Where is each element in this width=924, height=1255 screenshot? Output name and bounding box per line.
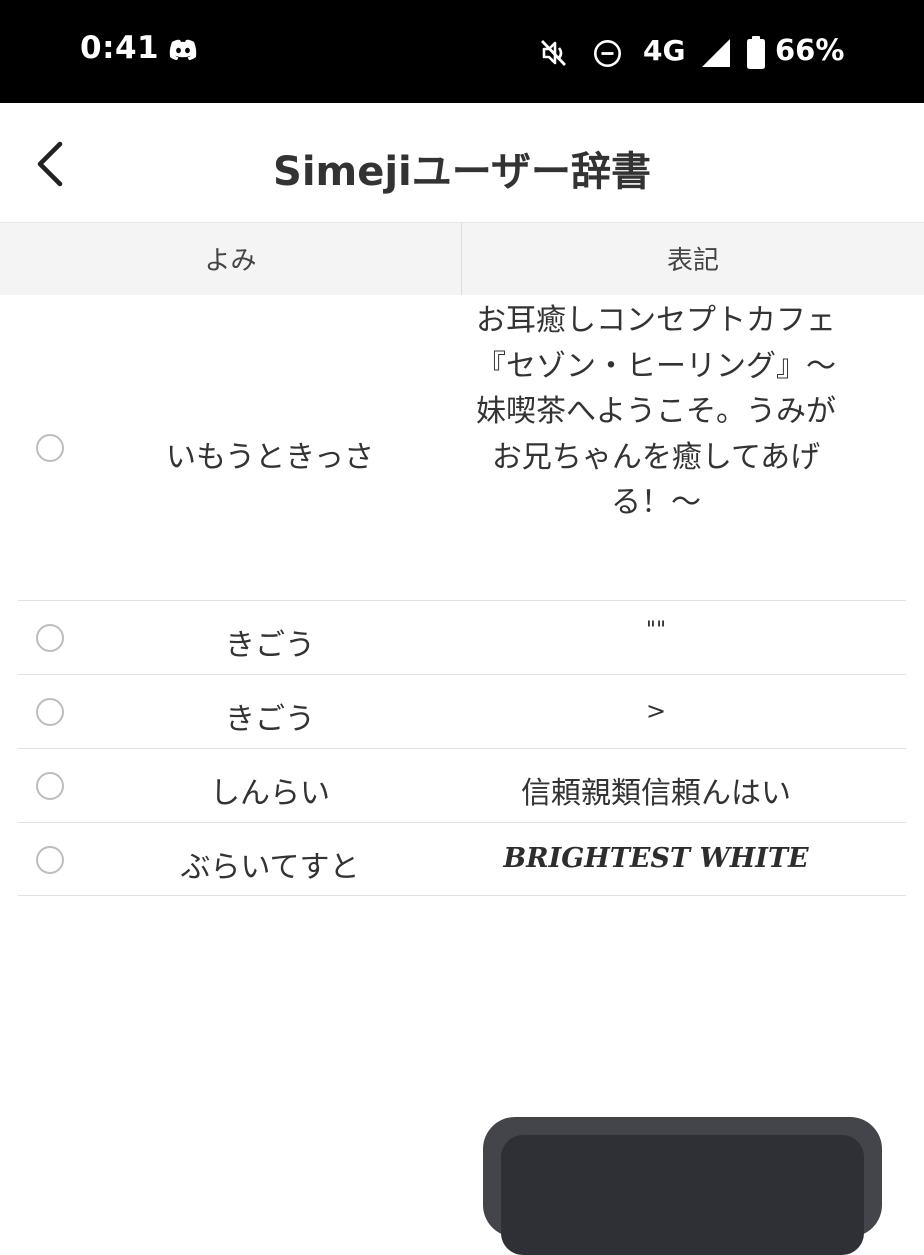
row-radio-button[interactable] <box>36 772 64 800</box>
status-bar: 0:41 4G 66% <box>0 0 924 103</box>
row-hyouki: "" <box>645 618 667 643</box>
row-hyouki: 信頼親類信頼んはい <box>521 776 791 811</box>
floating-keyboard-panel[interactable] <box>483 1117 882 1255</box>
row-divider <box>18 674 906 675</box>
hyouki-line: る！〜 <box>611 485 701 520</box>
page-title: Simejiユーザー辞書 <box>273 149 651 195</box>
row-hyouki: お耳癒しコンセプトカフェ 『セゾン・ヒーリング』〜 妹喫茶へようこそ。うみが お… <box>456 298 856 526</box>
row-divider <box>18 822 906 823</box>
row-radio-button[interactable] <box>36 434 64 462</box>
battery-percentage: 66% <box>775 33 845 67</box>
hyouki-line: お耳癒しコンセプトカフェ <box>476 303 836 338</box>
do-not-disturb-icon <box>594 40 621 67</box>
status-time: 0:41 <box>80 30 160 66</box>
row-radio-button[interactable] <box>36 846 64 874</box>
row-radio-button[interactable] <box>36 624 64 652</box>
discord-icon <box>169 39 197 60</box>
row-divider <box>18 895 906 896</box>
row-yomi: いもうときっさ <box>166 440 374 475</box>
signal-icon <box>702 39 730 67</box>
app-header: Simejiユーザー辞書 <box>0 103 924 223</box>
vibrate-off-icon <box>540 40 567 66</box>
battery-icon <box>747 36 765 69</box>
hyouki-line: 妹喫茶へようこそ。うみが <box>476 394 836 429</box>
row-radio-button[interactable] <box>36 698 64 726</box>
network-type: 4G <box>643 34 686 67</box>
row-yomi: ぶらいてすと <box>180 850 360 885</box>
hyouki-line: お兄ちゃんを癒してあげ <box>491 439 821 475</box>
column-header-hyouki: 表記 <box>666 246 719 276</box>
row-yomi: きごう <box>225 702 315 737</box>
row-divider <box>18 600 906 601</box>
column-header-yomi: よみ <box>204 246 257 276</box>
table-header: よみ 表記 <box>0 223 924 295</box>
row-hyouki: > <box>645 697 667 725</box>
row-divider <box>18 748 906 749</box>
row-yomi: しんらい <box>210 776 330 811</box>
floating-panel-inner <box>501 1135 864 1255</box>
row-hyouki: BRIGHTEST WHITE <box>503 843 809 874</box>
row-yomi: きごう <box>225 628 315 663</box>
hyouki-line: 『セゾン・ヒーリング』〜 <box>476 348 836 384</box>
